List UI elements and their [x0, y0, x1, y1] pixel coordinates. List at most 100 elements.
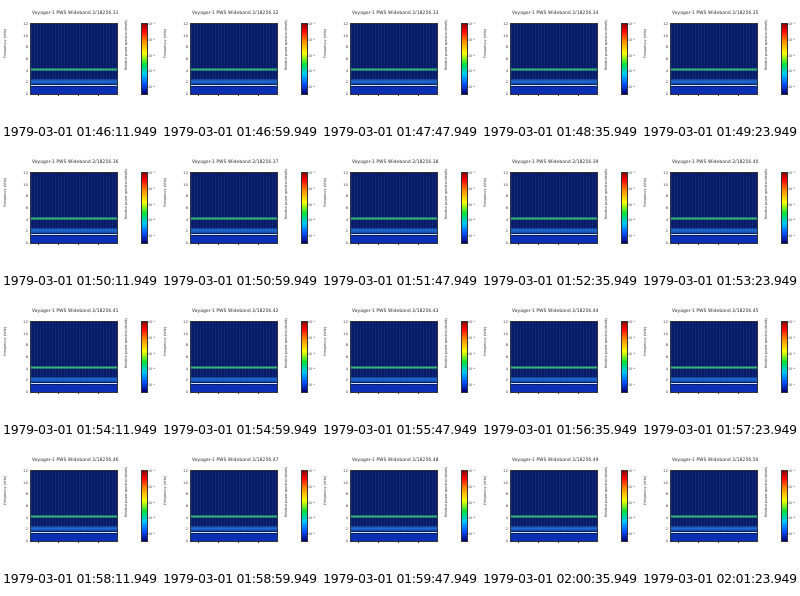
bottom-strip [31, 236, 117, 243]
x-tick-mark [58, 392, 59, 394]
spectrogram-thumbnail[interactable]: Voyager-1 PWS Wideband 2/18256.39 Frequen… [480, 149, 640, 267]
spectrogram-thumbnail[interactable]: Voyager-1 PWS Wideband 2/18256.33 Frequen… [320, 0, 480, 118]
spectrogram-thumbnail[interactable]: Voyager-1 PWS Wideband 2/18256.46 Frequen… [0, 447, 160, 565]
x-tick-mark [38, 541, 39, 543]
thumbnail-cell[interactable]: Voyager-1 PWS Wideband 2/18256.42 Frequen… [160, 298, 320, 447]
y-axis-label: Frequency (kHz) [323, 177, 327, 207]
timestamp-caption[interactable]: 1979-03-01 01:51:47.949 [320, 273, 480, 288]
x-tick-mark [698, 94, 699, 96]
x-tick-mark [198, 243, 199, 245]
thumbnail-cell[interactable]: Voyager-1 PWS Wideband 2/18256.31 Frequen… [0, 0, 160, 149]
thumbnail-cell[interactable]: Voyager-1 PWS Wideband 2/18256.49 Frequen… [480, 447, 640, 596]
spectrogram-plot [510, 321, 598, 393]
y-tick-label: 2 [505, 377, 508, 382]
spectrogram-thumbnail[interactable]: Voyager-1 PWS Wideband 2/18256.37 Frequen… [160, 149, 320, 267]
low-band [671, 79, 757, 84]
thumbnail-cell[interactable]: Voyager-1 PWS Wideband 2/18256.44 Frequen… [480, 298, 640, 447]
colorbar-tick-label: 10⁻³ [308, 203, 316, 207]
spectrogram-thumbnail[interactable]: Voyager-1 PWS Wideband 2/18256.47 Frequen… [160, 447, 320, 565]
y-axis-label: Frequency (kHz) [163, 177, 167, 207]
thumbnail-cell[interactable]: Voyager-1 PWS Wideband 2/18256.39 Frequen… [480, 149, 640, 298]
colorbar-tick-label: 10⁻⁴ [148, 516, 156, 520]
timestamp-caption[interactable]: 1979-03-01 01:58:11.949 [0, 571, 160, 586]
thumbnail-cell[interactable]: Voyager-1 PWS Wideband 2/18256.46 Frequen… [0, 447, 160, 596]
spectrogram-thumbnail[interactable]: Voyager-1 PWS Wideband 2/18256.40 Frequen… [640, 149, 800, 267]
timestamp-caption[interactable]: 1979-03-01 02:01:23.949 [640, 571, 800, 586]
colorbar-tick-label: 10⁻¹ [788, 22, 796, 26]
spectrogram-thumbnail[interactable]: Voyager-1 PWS Wideband 2/18256.43 Frequen… [320, 298, 480, 416]
emission-band [31, 217, 117, 220]
thumbnail-cell[interactable]: Voyager-1 PWS Wideband 2/18256.48 Frequen… [320, 447, 480, 596]
thumbnail-cell[interactable]: Voyager-1 PWS Wideband 2/18256.43 Frequen… [320, 298, 480, 447]
faint-line [671, 234, 757, 235]
spectrogram-thumbnail[interactable]: Voyager-1 PWS Wideband 2/18256.44 Frequen… [480, 298, 640, 416]
y-tick-label: 8 [185, 342, 188, 347]
timestamp-caption[interactable]: 1979-03-01 01:48:35.949 [480, 124, 640, 139]
thumbnail-cell[interactable]: Voyager-1 PWS Wideband 2/18256.41 Frequen… [0, 298, 160, 447]
x-tick-mark [238, 243, 239, 245]
timestamp-caption[interactable]: 1979-03-01 02:00:35.949 [480, 571, 640, 586]
spectrogram-thumbnail[interactable]: Voyager-1 PWS Wideband 2/18256.36 Frequen… [0, 149, 160, 267]
timestamp-caption[interactable]: 1979-03-01 01:50:59.949 [160, 273, 320, 288]
timestamp-caption[interactable]: 1979-03-01 01:50:11.949 [0, 273, 160, 288]
spectrogram-thumbnail[interactable]: Voyager-1 PWS Wideband 2/18256.45 Frequen… [640, 298, 800, 416]
timestamp-caption[interactable]: 1979-03-01 01:57:23.949 [640, 422, 800, 437]
bottom-strip [671, 385, 757, 392]
timestamp-caption[interactable]: 1979-03-01 01:49:23.949 [640, 124, 800, 139]
thumbnail-cell[interactable]: Voyager-1 PWS Wideband 2/18256.34 Frequen… [480, 0, 640, 149]
y-tick-label: 10 [663, 182, 668, 187]
x-tick-mark [678, 243, 679, 245]
spectrogram-thumbnail[interactable]: Voyager-1 PWS Wideband 2/18256.41 Frequen… [0, 298, 160, 416]
timestamp-caption[interactable]: 1979-03-01 01:46:11.949 [0, 124, 160, 139]
faint-line [191, 234, 277, 235]
colorbar-tick-label: 10⁻⁴ [468, 69, 476, 73]
x-tick-mark [78, 94, 79, 96]
spectrogram-thumbnail[interactable]: Voyager-1 PWS Wideband 2/18256.38 Frequen… [320, 149, 480, 267]
thumbnail-cell[interactable]: Voyager-1 PWS Wideband 2/18256.40 Frequen… [640, 149, 800, 298]
y-tick-label: 4 [345, 515, 348, 520]
y-tick-label: 0 [345, 389, 348, 394]
spectrogram-thumbnail[interactable]: Voyager-1 PWS Wideband 2/18256.48 Frequen… [320, 447, 480, 565]
y-tick-label: 0 [505, 389, 508, 394]
timestamp-caption[interactable]: 1979-03-01 01:54:11.949 [0, 422, 160, 437]
thumbnail-cell[interactable]: Voyager-1 PWS Wideband 2/18256.38 Frequen… [320, 149, 480, 298]
thumbnail-cell[interactable]: Voyager-1 PWS Wideband 2/18256.47 Frequen… [160, 447, 320, 596]
y-tick-label: 2 [505, 79, 508, 84]
thumbnail-cell[interactable]: Voyager-1 PWS Wideband 2/18256.33 Frequen… [320, 0, 480, 149]
thumbnail-cell[interactable]: Voyager-1 PWS Wideband 2/18256.45 Frequen… [640, 298, 800, 447]
spectrogram-thumbnail[interactable]: Voyager-1 PWS Wideband 2/18256.50 Frequen… [640, 447, 800, 565]
thumbnail-cell[interactable]: Voyager-1 PWS Wideband 2/18256.50 Frequen… [640, 447, 800, 596]
colorbar-tick-label: 10⁻⁵ [148, 532, 156, 536]
timestamp-caption[interactable]: 1979-03-01 01:46:59.949 [160, 124, 320, 139]
spectrogram-plot [510, 172, 598, 244]
y-tick-label: 4 [505, 68, 508, 73]
thumbnail-cell[interactable]: Voyager-1 PWS Wideband 2/18256.32 Frequen… [160, 0, 320, 149]
timestamp-caption[interactable]: 1979-03-01 01:53:23.949 [640, 273, 800, 288]
spectrogram-thumbnail[interactable]: Voyager-1 PWS Wideband 2/18256.42 Frequen… [160, 298, 320, 416]
spectrogram-thumbnail[interactable]: Voyager-1 PWS Wideband 2/18256.49 Frequen… [480, 447, 640, 565]
timestamp-caption[interactable]: 1979-03-01 01:59:47.949 [320, 571, 480, 586]
y-axis-label: Frequency (kHz) [483, 28, 487, 58]
timestamp-caption[interactable]: 1979-03-01 01:47:47.949 [320, 124, 480, 139]
thumbnail-cell[interactable]: Voyager-1 PWS Wideband 2/18256.35 Frequen… [640, 0, 800, 149]
thumbnail-cell[interactable]: Voyager-1 PWS Wideband 2/18256.37 Frequen… [160, 149, 320, 298]
y-tick-label: 6 [665, 205, 668, 210]
x-tick-mark [398, 94, 399, 96]
x-tick-mark [358, 243, 359, 245]
colorbar-tick-label: 10⁻⁵ [788, 85, 796, 89]
timestamp-caption[interactable]: 1979-03-01 01:52:35.949 [480, 273, 640, 288]
timestamp-caption[interactable]: 1979-03-01 01:54:59.949 [160, 422, 320, 437]
thumbnail-grid: Voyager-1 PWS Wideband 2/18256.31 Frequen… [0, 0, 800, 596]
spectrogram-thumbnail[interactable]: Voyager-1 PWS Wideband 2/18256.32 Frequen… [160, 0, 320, 118]
timestamp-caption[interactable]: 1979-03-01 01:56:35.949 [480, 422, 640, 437]
y-tick-label: 12 [23, 21, 28, 26]
colorbar-tick-label: 10⁻⁵ [148, 383, 156, 387]
colorbar [781, 23, 788, 95]
spectrogram-thumbnail[interactable]: Voyager-1 PWS Wideband 2/18256.35 Frequen… [640, 0, 800, 118]
thumbnail-cell[interactable]: Voyager-1 PWS Wideband 2/18256.36 Frequen… [0, 149, 160, 298]
spectrogram-thumbnail[interactable]: Voyager-1 PWS Wideband 2/18256.34 Frequen… [480, 0, 640, 118]
timestamp-caption[interactable]: 1979-03-01 01:55:47.949 [320, 422, 480, 437]
spectrogram-thumbnail[interactable]: Voyager-1 PWS Wideband 2/18256.31 Frequen… [0, 0, 160, 118]
y-tick-label: 4 [25, 68, 28, 73]
timestamp-caption[interactable]: 1979-03-01 01:58:59.949 [160, 571, 320, 586]
